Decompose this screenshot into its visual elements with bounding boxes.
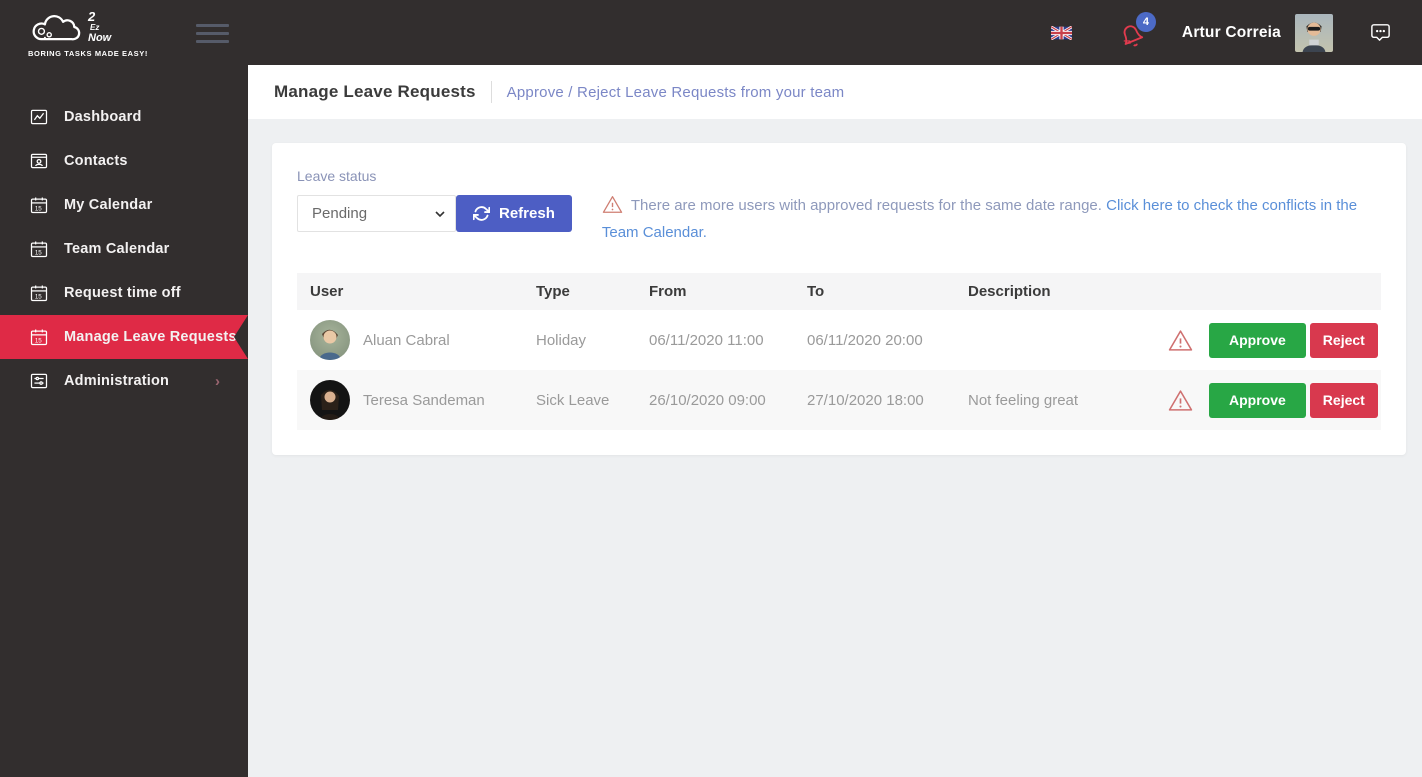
leave-to: 06/11/2020 20:00	[807, 331, 923, 349]
refresh-button[interactable]: Refresh	[456, 195, 572, 232]
sidebar-item-dashboard[interactable]: Dashboard ›	[0, 95, 248, 139]
leave-to: 27/10/2020 18:00	[807, 391, 924, 409]
leave-status-select[interactable]: Pending	[297, 195, 456, 232]
calendar-icon: 15	[29, 194, 49, 216]
user-avatar	[310, 320, 350, 360]
table-row: Aluan Cabral Holiday 06/11/2020 11:00 06…	[297, 310, 1381, 370]
sidebar: Dashboard › Contacts › 15 My Calendar › …	[0, 65, 248, 777]
leave-from: 26/10/2020 09:00	[649, 391, 766, 409]
approve-button[interactable]: Approve	[1209, 322, 1306, 358]
notifications-bell-icon[interactable]: 4	[1120, 11, 1156, 48]
conflict-alert: There are more users with approved reque…	[602, 194, 1381, 244]
calendar-icon: 15	[29, 326, 49, 348]
alert-text: There are more users with approved reque…	[630, 197, 1102, 214]
admin-icon	[29, 370, 49, 392]
column-from: From	[649, 283, 687, 300]
user-avatar[interactable]	[1295, 13, 1333, 52]
topbar: 2 Ez Now BORING TASKS MADE EASY! 4 Artur…	[0, 0, 1422, 65]
dashboard-icon	[29, 106, 49, 128]
conflict-warning-icon[interactable]	[1168, 389, 1193, 412]
hamburger-menu-icon[interactable]	[196, 24, 229, 48]
logo-wordmark: 2 Ez Now	[88, 8, 112, 44]
conflict-warning-icon[interactable]	[1168, 329, 1193, 352]
sidebar-item-administration[interactable]: Administration ›	[0, 359, 248, 403]
warning-triangle-icon	[602, 195, 623, 221]
calendar-icon: 15	[29, 282, 49, 304]
chevron-right-icon: ›	[215, 372, 220, 390]
brand-tagline: BORING TASKS MADE EASY!	[28, 48, 148, 58]
sidebar-item-my-calendar[interactable]: 15 My Calendar ›	[0, 183, 248, 227]
page-title: Manage Leave Requests	[274, 82, 476, 101]
user-avatar	[310, 380, 350, 420]
sidebar-item-team-calendar[interactable]: 15 Team Calendar ›	[0, 227, 248, 271]
leave-type: Holiday	[536, 331, 587, 349]
reject-button[interactable]: Reject	[1309, 322, 1378, 358]
language-flag-icon[interactable]	[1050, 25, 1072, 40]
column-type: Type	[536, 283, 570, 300]
header-divider	[490, 81, 492, 103]
column-user: User	[310, 283, 344, 300]
user-name: Aluan Cabral	[363, 331, 450, 349]
column-to: To	[807, 283, 825, 300]
leave-description: Not feeling great	[968, 391, 1079, 409]
svg-text:15: 15	[35, 293, 42, 300]
table-header-row: User Type From To Description	[297, 273, 1381, 310]
leave-requests-panel: Leave status Pending Refresh There are m…	[272, 143, 1406, 455]
sidebar-item-manage-leave-requests[interactable]: 15 Manage Leave Requests ›	[0, 315, 248, 359]
leave-from: 06/11/2020 11:00	[649, 331, 764, 349]
svg-text:15: 15	[35, 249, 42, 256]
contacts-icon	[29, 150, 49, 172]
user-name: Teresa Sandeman	[363, 391, 485, 409]
leave-type: Sick Leave	[536, 391, 610, 409]
svg-text:15: 15	[35, 337, 42, 344]
user-name[interactable]: Artur Correia	[1182, 24, 1281, 42]
page-subtitle: Approve / Reject Leave Requests from you…	[506, 83, 845, 101]
notification-count-badge: 4	[1135, 11, 1156, 32]
page-header: Manage Leave Requests Approve / Reject L…	[248, 65, 1422, 119]
leave-requests-table: User Type From To Description Aluan Cabr…	[297, 273, 1381, 430]
column-description: Description	[968, 283, 1051, 300]
calendar-icon: 15	[29, 238, 49, 260]
svg-text:15: 15	[35, 205, 42, 212]
content-area: Leave status Pending Refresh There are m…	[248, 119, 1422, 777]
leave-status-label: Leave status	[297, 168, 377, 184]
approve-button[interactable]: Approve	[1209, 382, 1306, 418]
reject-button[interactable]: Reject	[1309, 382, 1378, 418]
refresh-icon	[473, 206, 490, 221]
sidebar-item-request-time-off[interactable]: 15 Request time off ›	[0, 271, 248, 315]
sidebar-item-contacts[interactable]: Contacts ›	[0, 139, 248, 183]
cloud-logo-icon	[32, 14, 81, 40]
feedback-chat-icon[interactable]	[1369, 21, 1392, 44]
table-row: Teresa Sandeman Sick Leave 26/10/2020 09…	[297, 370, 1381, 430]
